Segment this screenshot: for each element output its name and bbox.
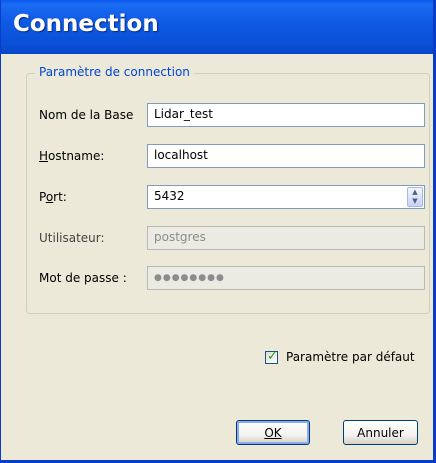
dialog-content: Paramètre de connection Nom de la Base L… — [1, 54, 433, 460]
password-label: Mot de passe : — [39, 271, 127, 285]
password-input: ●●●●●●●● — [147, 266, 425, 290]
ok-button[interactable]: OK — [236, 420, 310, 445]
database-input[interactable]: Lidar_test — [147, 103, 425, 127]
spin-up-icon[interactable]: ▲ — [408, 188, 422, 197]
hostname-label: Hostname: — [39, 149, 105, 163]
default-params-checkbox[interactable]: ✓ — [265, 348, 278, 364]
hostname-input[interactable]: localhost — [147, 144, 425, 168]
window-title: Connection — [13, 11, 159, 37]
database-label: Nom de la Base — [39, 108, 134, 122]
default-params-label: Paramètre par défaut — [286, 350, 415, 364]
ok-button-label: OK — [264, 425, 282, 440]
title-bar[interactable]: Connection — [1, 0, 433, 54]
user-label: Utilisateur: — [39, 231, 105, 245]
port-spin-buttons[interactable]: ▲ ▼ — [407, 187, 423, 207]
group-legend: Paramètre de connection — [35, 65, 194, 79]
default-params-checkbox-row[interactable]: ✓ Paramètre par défaut — [265, 348, 415, 364]
port-value: 5432 — [154, 189, 185, 203]
checkmark-icon: ✓ — [267, 348, 278, 364]
cancel-button[interactable]: Annuler — [343, 420, 418, 445]
connection-dialog: Connection Paramètre de connection Nom d… — [0, 0, 436, 463]
user-input: postgres — [147, 226, 425, 250]
port-label: Port: — [39, 190, 67, 204]
spin-down-icon[interactable]: ▼ — [408, 197, 422, 206]
port-stepper[interactable]: 5432 ▲ ▼ — [147, 185, 425, 209]
